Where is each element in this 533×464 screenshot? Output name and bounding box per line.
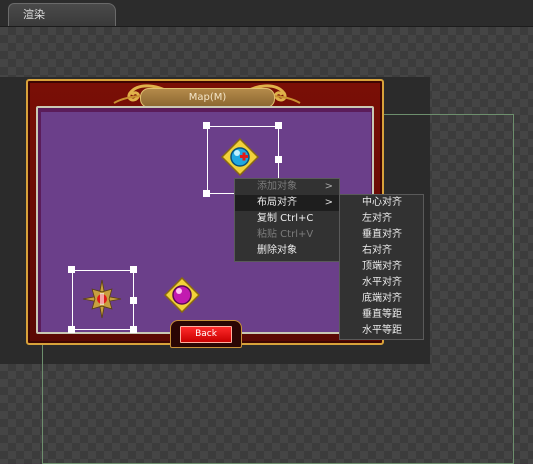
submenu-item-left-align[interactable]: 左对齐 (340, 211, 423, 227)
submenu-item-bottom-align[interactable]: 底端对齐 (340, 291, 423, 307)
menu-item-add-object[interactable]: 添加对象 > (235, 179, 339, 195)
star-icon[interactable] (82, 279, 122, 319)
resize-handle[interactable] (203, 122, 210, 129)
tab-render[interactable]: 渲染 (8, 3, 116, 26)
submenu-item-top-align[interactable]: 顶端对齐 (340, 259, 423, 275)
resize-handle[interactable] (275, 156, 282, 163)
blue-gem-icon[interactable] (221, 138, 259, 176)
resize-handle[interactable] (130, 266, 137, 273)
context-menu: 添加对象 > 布局对齐 > 复制 Ctrl+C 粘贴 Ctrl+V 删除对象 (234, 178, 340, 262)
resize-handle[interactable] (203, 190, 210, 197)
menu-item-copy[interactable]: 复制 Ctrl+C (235, 211, 339, 227)
menu-item-delete-object[interactable]: 删除对象 (235, 243, 339, 259)
menu-item-layout-align[interactable]: 布局对齐 > (235, 195, 339, 211)
chevron-right-icon: > (324, 181, 333, 192)
magenta-gem-icon[interactable] (164, 277, 200, 313)
submenu-item-horizontal-align[interactable]: 水平对齐 (340, 275, 423, 291)
submenu-item-vertical-distribute[interactable]: 垂直等距 (340, 307, 423, 323)
tab-bar: 渲染 (0, 0, 533, 27)
submenu-item-center-align[interactable]: 中心对齐 (340, 195, 423, 211)
map-title: Map(M) (140, 88, 275, 108)
resize-handle[interactable] (130, 297, 137, 304)
resize-handle[interactable] (275, 122, 282, 129)
menu-item-paste[interactable]: 粘贴 Ctrl+V (235, 227, 339, 243)
resize-handle[interactable] (130, 326, 137, 333)
submenu-item-vertical-align[interactable]: 垂直对齐 (340, 227, 423, 243)
submenu-item-right-align[interactable]: 右对齐 (340, 243, 423, 259)
layout-align-submenu: 中心对齐 左对齐 垂直对齐 右对齐 顶端对齐 水平对齐 底端对齐 垂直等距 水平… (339, 194, 424, 340)
back-button[interactable]: Back (180, 326, 232, 343)
resize-handle[interactable] (68, 266, 75, 273)
submenu-item-horizontal-distribute[interactable]: 水平等距 (340, 323, 423, 339)
chevron-right-icon: > (324, 197, 333, 208)
resize-handle[interactable] (68, 326, 75, 333)
